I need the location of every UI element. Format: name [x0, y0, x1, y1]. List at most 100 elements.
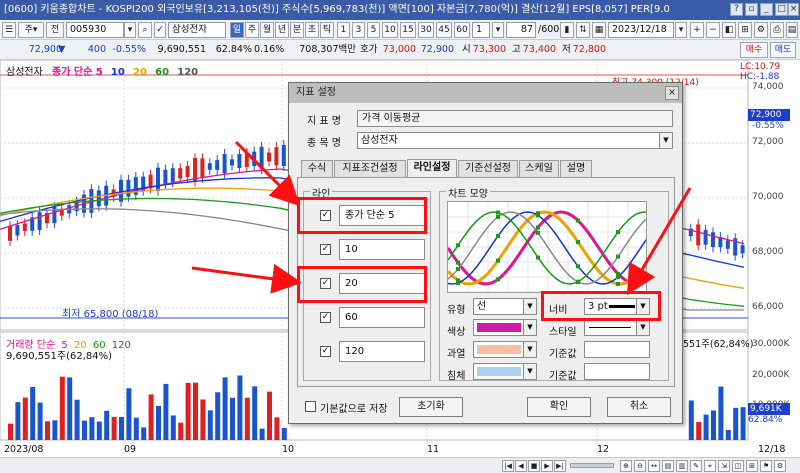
line2-field[interactable]: 10 — [339, 239, 425, 260]
tab-condition[interactable]: 지표조건설정 — [334, 160, 406, 177]
line5-field[interactable]: 120 — [339, 341, 425, 362]
scroll-last-icon[interactable]: ▶| — [554, 460, 566, 472]
tab-scale[interactable]: 스케일 — [519, 160, 559, 177]
underheat-dropdown-icon[interactable]: ▼ — [523, 364, 536, 379]
market-toggle[interactable]: 전 — [46, 22, 64, 38]
compare-icon[interactable]: ⇅ — [576, 22, 590, 38]
line4-checkbox[interactable]: ✓ — [320, 312, 331, 323]
type-dropdown-icon[interactable]: ▼ — [523, 299, 536, 314]
scroll-next-icon[interactable]: ▶ — [541, 460, 553, 472]
tab-formula[interactable]: 수식 — [301, 160, 333, 177]
line2-checkbox[interactable]: ✓ — [320, 244, 331, 255]
min-15[interactable]: 15 — [400, 22, 416, 38]
type-combo[interactable]: 선 ▼ — [473, 298, 537, 315]
min-60[interactable]: 60 — [454, 22, 470, 38]
tool-b-icon[interactable]: ⊖ — [634, 460, 646, 472]
favorite-icon[interactable]: ✓ — [154, 22, 166, 38]
tool-d-icon[interactable]: ▤ — [662, 460, 674, 472]
bar-icon[interactable]: ▮ — [560, 22, 574, 38]
tool-i-icon[interactable]: ◫ — [732, 460, 744, 472]
overheat-dropdown-icon[interactable]: ▼ — [523, 342, 536, 357]
tab-baseline[interactable]: 기준선설정 — [458, 160, 518, 177]
stock-code-input[interactable]: 005930 — [66, 22, 124, 38]
color-combo[interactable]: ▼ — [473, 319, 537, 336]
scroll-first-icon[interactable]: |◀ — [502, 460, 514, 472]
calendar-icon[interactable]: ▦ — [592, 22, 606, 38]
stock-name-combo[interactable]: 삼성전자 ▼ — [357, 132, 673, 149]
tab-line-settings[interactable]: 라인설정 — [407, 159, 457, 177]
interval-dropdown-icon[interactable]: ▾ — [492, 22, 504, 38]
overheat-combo[interactable]: ▼ — [473, 341, 537, 358]
tool-a-icon[interactable]: ⊕ — [620, 460, 632, 472]
preview-marker — [456, 260, 460, 265]
reset-button[interactable]: 초기화 — [399, 397, 463, 417]
min-3[interactable]: 3 — [352, 22, 365, 38]
date-input[interactable]: 2023/12/18 — [608, 22, 674, 38]
base-value2-field[interactable] — [584, 363, 650, 380]
period-select[interactable]: 주▾ — [18, 22, 44, 38]
tool-k-icon[interactable]: ⚑ — [760, 460, 772, 472]
style-dropdown-icon[interactable]: ▼ — [636, 320, 649, 335]
tool-l-icon[interactable]: ⚙ — [774, 460, 786, 472]
print-icon[interactable]: ⎙ — [770, 22, 784, 38]
buy-button[interactable]: 매수 — [740, 42, 768, 58]
tab-daily[interactable]: 일 — [230, 22, 244, 38]
line4-field[interactable]: 60 — [339, 307, 425, 328]
volume-bar — [207, 410, 213, 440]
base-value-field[interactable] — [584, 341, 650, 358]
preview-marker — [496, 258, 500, 263]
close-icon[interactable]: × — [788, 3, 799, 16]
tool-h-icon[interactable]: ⇲ — [718, 460, 730, 472]
tab-second[interactable]: 초 — [305, 22, 319, 38]
code-dropdown-icon[interactable]: ▾ — [124, 22, 136, 38]
preview-marker — [616, 230, 620, 235]
line5-checkbox[interactable]: ✓ — [320, 346, 331, 357]
custom-interval-input[interactable]: 1 — [472, 22, 490, 38]
tool-g-icon[interactable]: ⌖ — [704, 460, 716, 472]
legend-ma20: 20 — [133, 67, 147, 78]
menu-icon[interactable]: ☰ — [2, 22, 16, 38]
tool-e-icon[interactable]: ▥ — [676, 460, 688, 472]
restore-icon[interactable]: ▫ — [745, 3, 758, 16]
tool-c-icon[interactable]: ↔ — [648, 460, 660, 472]
min-45[interactable]: 45 — [436, 22, 452, 38]
underheat-combo[interactable]: ▼ — [473, 363, 537, 380]
tab-minute[interactable]: 분 — [290, 22, 304, 38]
save-default-checkbox[interactable] — [305, 401, 316, 412]
tab-monthly[interactable]: 월 — [260, 22, 274, 38]
save-icon[interactable]: ▤ — [786, 22, 798, 38]
tab-description[interactable]: 설명 — [560, 160, 592, 177]
tab-weekly[interactable]: 주 — [245, 22, 259, 38]
dialog-title-bar[interactable]: 지표 설정 × — [289, 83, 682, 103]
min-1[interactable]: 1 — [337, 22, 350, 38]
settings-icon[interactable]: ⚙ — [754, 22, 768, 38]
screenshot-icon[interactable]: ◧ — [722, 22, 736, 38]
color-dropdown-icon[interactable]: ▼ — [523, 320, 536, 335]
scroll-prev-icon[interactable]: ◀ — [515, 460, 527, 472]
dialog-close-button[interactable]: × — [665, 86, 679, 100]
tab-yearly[interactable]: 년 — [275, 22, 289, 38]
stock-dropdown-icon[interactable]: ▼ — [659, 133, 672, 148]
min-5[interactable]: 5 — [367, 22, 380, 38]
min-10[interactable]: 10 — [382, 22, 398, 38]
minimize-icon[interactable]: _ — [760, 3, 773, 16]
tab-tick[interactable]: 틱 — [320, 22, 334, 38]
cancel-button[interactable]: 취소 — [607, 397, 671, 417]
search-icon[interactable]: ⌕ — [138, 22, 152, 38]
maximize-icon[interactable]: □ — [775, 3, 788, 16]
volume-bar — [96, 421, 102, 440]
grid-icon[interactable]: ⊞ — [738, 22, 752, 38]
zoom-in-icon[interactable]: + — [690, 22, 704, 38]
min-30[interactable]: 30 — [418, 22, 434, 38]
zoom-slider[interactable] — [570, 463, 614, 468]
ok-button[interactable]: 확인 — [527, 397, 591, 417]
tool-j-icon[interactable]: ⊞ — [746, 460, 758, 472]
stop-icon[interactable]: ■ — [528, 460, 540, 472]
style-combo[interactable]: ▼ — [584, 319, 650, 336]
sell-button[interactable]: 매도 — [770, 42, 796, 58]
help-icon[interactable]: ? — [730, 3, 743, 16]
date-dropdown-icon[interactable]: ▾ — [675, 22, 687, 38]
zoom-out-icon[interactable]: − — [706, 22, 720, 38]
count-input[interactable]: 87 — [506, 22, 536, 38]
tool-f-icon[interactable]: ✎ — [690, 460, 702, 472]
